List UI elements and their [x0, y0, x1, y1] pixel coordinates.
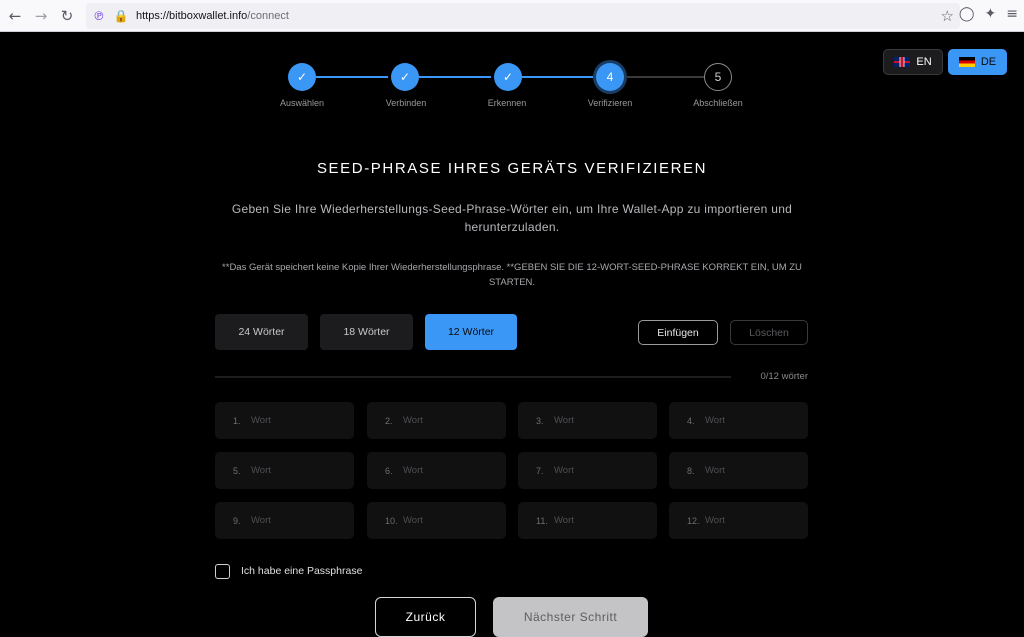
word-placeholder: Wort [403, 515, 423, 526]
word-input-1[interactable]: 1. Wort [215, 402, 354, 439]
word-number: 2. [385, 415, 393, 426]
word-number: 11. [536, 515, 548, 526]
word-number: 8. [687, 465, 695, 476]
word-input-12[interactable]: 12. Wort [669, 502, 808, 539]
step-5-indicator: 5 [704, 63, 732, 91]
extensions-icon[interactable]: ✦ [985, 6, 997, 22]
step-connector [625, 76, 704, 78]
word-number: 4. [687, 415, 695, 426]
url-path: /connect [247, 10, 289, 22]
address-bar[interactable]: ℗ 🔒 https://bitboxwallet.info/connect ☆ [86, 3, 960, 29]
clear-button[interactable]: Löschen [730, 320, 808, 345]
bookmark-star-icon[interactable]: ☆ [941, 7, 954, 25]
word-number: 1. [233, 415, 241, 426]
step-2-check-icon: ✓ [391, 63, 419, 91]
word-placeholder: Wort [403, 415, 423, 426]
word-input-2[interactable]: 2. Wort [367, 402, 506, 439]
step-1-check-icon: ✓ [288, 63, 316, 91]
word-placeholder: Wort [403, 465, 423, 476]
back-button[interactable]: Zurück [375, 597, 476, 637]
step-connector [316, 76, 388, 78]
word-number: 5. [233, 465, 241, 476]
word-number: 7. [536, 465, 544, 476]
back-arrow-icon[interactable]: ← [4, 5, 26, 27]
language-en-button[interactable]: EN [883, 49, 943, 75]
word-number: 3. [536, 415, 544, 426]
page-title: SEED-PHRASE IHRES GERÄTS VERIFIZIEREN [316, 160, 708, 177]
step-connector [419, 76, 491, 78]
paste-button[interactable]: Einfügen [638, 320, 718, 345]
passphrase-label[interactable]: Ich habe eine Passphrase [241, 565, 362, 577]
step-5-label: Abschließen [693, 98, 743, 108]
word-number: 6. [385, 465, 393, 476]
word-input-10[interactable]: 10. Wort [367, 502, 506, 539]
menu-icon[interactable]: ≡ [1006, 6, 1018, 22]
word-count-24-button[interactable]: 24 Wörter [215, 314, 308, 350]
word-count-12-button[interactable]: 12 Wörter [425, 314, 517, 350]
word-input-11[interactable]: 11. Wort [518, 502, 657, 539]
security-notice: **Das Gerät speichert keine Kopie Ihrer … [222, 262, 802, 288]
word-counter: 0/12 wörter [760, 371, 808, 382]
reload-icon[interactable]: ↻ [56, 5, 78, 27]
word-number: 10. [385, 515, 398, 526]
site-permissions-icon[interactable]: ℗ [90, 7, 108, 25]
shield-icon[interactable]: ◯ [959, 6, 975, 22]
word-input-8[interactable]: 8. Wort [669, 452, 808, 489]
germany-flag-icon [958, 57, 975, 67]
step-2-label: Verbinden [385, 98, 427, 108]
step-4-indicator: 4 [596, 63, 624, 91]
passphrase-checkbox[interactable] [215, 564, 230, 579]
word-placeholder: Wort [554, 415, 574, 426]
forward-arrow-icon[interactable]: → [30, 5, 52, 27]
uk-flag-icon [894, 57, 911, 67]
browser-toolbar: ← → ↻ ℗ 🔒 https://bitboxwallet.info/conn… [0, 0, 1024, 32]
word-input-4[interactable]: 4. Wort [669, 402, 808, 439]
step-1-label: Auswählen [279, 98, 325, 108]
url-text[interactable]: https://bitboxwallet.info/connect [136, 10, 289, 22]
word-count-18-button[interactable]: 18 Wörter [320, 314, 413, 350]
page: EN DE ✓ ✓ ✓ 4 5 Auswählen Verbinden Erke… [0, 32, 1024, 637]
step-4-label: Verifizieren [587, 98, 633, 108]
word-placeholder: Wort [251, 465, 271, 476]
word-input-6[interactable]: 6. Wort [367, 452, 506, 489]
language-en-label: EN [916, 56, 932, 68]
url-host: https://bitboxwallet.info [136, 10, 248, 22]
word-input-9[interactable]: 9. Wort [215, 502, 354, 539]
page-subtitle: Geben Sie Ihre Wiederherstellungs-Seed-P… [231, 202, 793, 234]
word-placeholder: Wort [554, 465, 574, 476]
word-placeholder: Wort [251, 515, 271, 526]
language-de-label: DE [980, 56, 997, 68]
word-placeholder: Wort [705, 515, 725, 526]
word-placeholder: Wort [705, 465, 725, 476]
word-input-7[interactable]: 7. Wort [518, 452, 657, 489]
step-3-check-icon: ✓ [494, 63, 522, 91]
language-de-button[interactable]: DE [948, 49, 1007, 75]
word-progress-bar [215, 376, 731, 378]
word-number: 9. [233, 515, 241, 526]
word-number: 12. [687, 515, 700, 526]
next-step-button[interactable]: Nächster Schritt [493, 597, 648, 637]
lock-icon[interactable]: 🔒 [112, 7, 130, 25]
word-placeholder: Wort [251, 415, 271, 426]
word-input-3[interactable]: 3. Wort [518, 402, 657, 439]
word-placeholder: Wort [554, 515, 574, 526]
step-connector [522, 76, 594, 78]
step-3-label: Erkennen [487, 98, 527, 108]
word-input-5[interactable]: 5. Wort [215, 452, 354, 489]
word-placeholder: Wort [705, 415, 725, 426]
